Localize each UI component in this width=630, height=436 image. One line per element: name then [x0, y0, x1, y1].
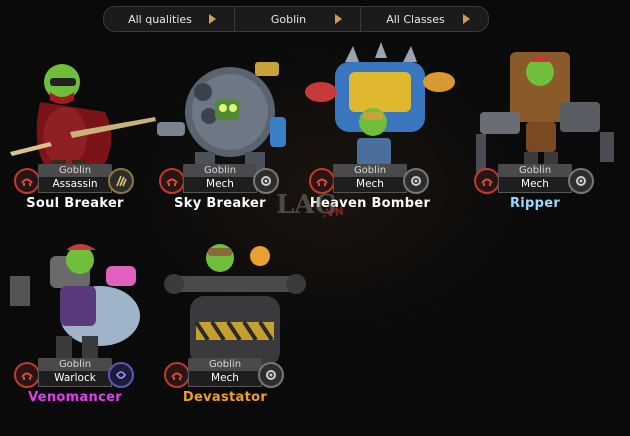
class-tag: Mech — [498, 177, 572, 193]
hero-portrait-heaven-bomber — [305, 42, 455, 178]
race-tag: Goblin — [38, 358, 112, 371]
class-tag: Assassin — [38, 177, 112, 193]
chevron-right-icon — [209, 14, 216, 24]
hero-name: Soul Breaker — [26, 196, 124, 211]
gear-icon — [568, 168, 594, 194]
hero-portrait-sky-breaker — [157, 62, 286, 176]
hero-card-devastator[interactable]: Goblin Mech Devastator — [160, 236, 310, 436]
hero-badges: Goblin Warlock — [14, 358, 134, 390]
class-tag: Mech — [188, 371, 262, 387]
hero-name: Sky Breaker — [174, 196, 266, 211]
watermark-suffix: .VN — [321, 204, 345, 221]
hero-badges: Goblin Mech — [159, 164, 279, 196]
hero-card-soul-breaker[interactable]: Goblin Assassin Soul Breaker — [10, 42, 160, 242]
chevron-right-icon — [335, 14, 342, 24]
race-tag: Goblin — [38, 164, 112, 177]
hero-portrait-ripper — [476, 52, 614, 178]
hero-portrait-devastator — [164, 244, 306, 366]
goblin-faction-icon — [159, 168, 185, 194]
race-tag: Goblin — [183, 164, 257, 177]
watermark-logo: LAG .VN — [276, 190, 356, 226]
race-tag: Goblin — [333, 164, 407, 177]
filter-bar: All qualities Goblin All Classes — [103, 6, 489, 32]
goblin-faction-icon — [14, 168, 40, 194]
hero-badges: Goblin Mech — [164, 358, 284, 390]
gear-icon — [258, 362, 284, 388]
chevron-right-icon — [463, 14, 470, 24]
gear-icon — [403, 168, 429, 194]
hero-name: Devastator — [182, 390, 268, 405]
hero-card-ripper[interactable]: Goblin Mech Ripper — [470, 42, 620, 242]
warlock-icon — [108, 362, 134, 388]
claw-icon — [108, 168, 134, 194]
hero-badges: Goblin Mech — [474, 164, 594, 196]
hero-name: Ripper — [509, 196, 561, 211]
hero-portrait-soul-breaker — [10, 64, 156, 178]
hero-badges: Goblin Assassin — [14, 164, 134, 196]
class-tag: Warlock — [38, 371, 112, 387]
hero-name: Venomancer — [28, 390, 122, 405]
hero-portrait-venomancer — [10, 244, 140, 370]
race-tag: Goblin — [498, 164, 572, 177]
race-filter-dropdown[interactable]: Goblin — [234, 7, 360, 31]
race-tag: Goblin — [188, 358, 262, 371]
class-tag: Mech — [183, 177, 257, 193]
goblin-faction-icon — [164, 362, 190, 388]
goblin-faction-icon — [14, 362, 40, 388]
class-filter-dropdown[interactable]: All Classes — [360, 7, 488, 31]
hero-card-venomancer[interactable]: Goblin Warlock Venomancer — [10, 236, 160, 436]
goblin-faction-icon — [474, 168, 500, 194]
quality-filter-dropdown[interactable]: All qualities — [104, 7, 234, 31]
